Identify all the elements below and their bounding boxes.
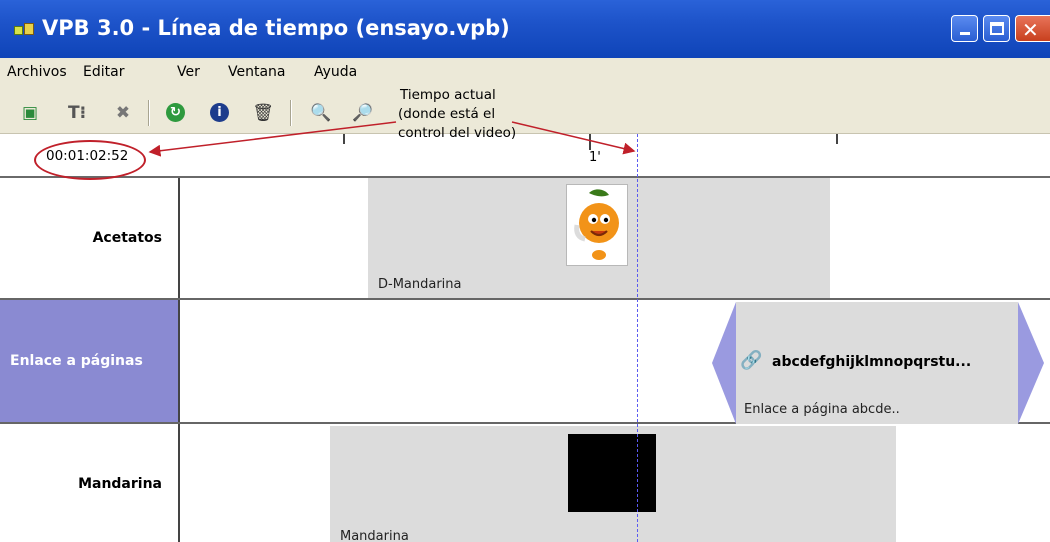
menu-editar[interactable]: Editar <box>83 64 124 80</box>
ruler-tick <box>589 134 591 150</box>
delete-x-icon[interactable]: ✖ <box>112 102 134 124</box>
menu-ayuda[interactable]: Ayuda <box>314 64 357 80</box>
track-label[interactable]: Acetatos <box>0 178 180 298</box>
track-acetatos: Acetatos D-Mandarina <box>0 178 1050 300</box>
annotation-callout: Tiempo actual (donde está el control del… <box>398 86 516 143</box>
ruler-tick <box>343 134 345 144</box>
orange-character-icon <box>574 189 619 260</box>
playhead-line[interactable] <box>637 134 638 542</box>
toolbar: ▣ T⁝ ✖ ↻ i 🗑 🔍 🔎 <box>0 90 1050 134</box>
info-icon[interactable]: i <box>210 103 229 122</box>
annotation-ellipse <box>34 140 146 180</box>
track-label[interactable]: Mandarina <box>0 424 180 542</box>
clip-resize-right-handle[interactable] <box>1018 302 1044 424</box>
zoom-in-icon[interactable]: 🔍 <box>310 102 332 124</box>
track-mandarina: Mandarina Mandarina <box>0 424 1050 542</box>
link-clip-label: Enlace a página abcde.. <box>744 402 900 417</box>
annotation-line: Tiempo actual <box>400 87 496 103</box>
clip-label: D-Mandarina <box>378 277 462 292</box>
minimize-button[interactable] <box>951 15 978 42</box>
trash-icon[interactable]: 🗑 <box>252 102 274 124</box>
track-label-text: Mandarina <box>78 476 162 492</box>
menu-bar: Archivos Editar Ver Ventana Ayuda <box>0 58 1050 90</box>
minimize-icon <box>960 32 970 35</box>
clip-label: Mandarina <box>340 529 409 542</box>
ruler-tick <box>836 134 838 144</box>
close-icon: ✕ <box>1022 18 1039 42</box>
title-bar: VPB 3.0 - Línea de tiempo (ensayo.vpb) ✕ <box>0 0 1050 58</box>
annotation-line: (donde está el <box>398 106 496 122</box>
track-label-selected[interactable]: Enlace a páginas <box>0 300 180 422</box>
insert-text-icon[interactable]: T⁝ <box>66 102 88 124</box>
clip-mandarina-video[interactable]: Mandarina <box>330 426 896 542</box>
maximize-icon <box>990 22 1004 35</box>
orange-character-thumbnail <box>566 184 628 266</box>
toolbar-separator <box>148 100 150 126</box>
link-clip-title: abcdefghijklmnopqrstu... <box>772 354 972 370</box>
app-icon <box>14 22 36 38</box>
annotation-line: control del video) <box>398 125 517 141</box>
clip-d-mandarina[interactable]: D-Mandarina <box>368 178 830 298</box>
window-title: VPB 3.0 - Línea de tiempo (ensayo.vpb) <box>42 16 510 40</box>
link-chain-icon: 🔗 <box>740 350 763 371</box>
menu-ver[interactable]: Ver <box>177 64 200 80</box>
zoom-out-icon[interactable]: 🔎 <box>352 102 374 124</box>
add-image-icon[interactable]: ▣ <box>19 102 41 124</box>
maximize-button[interactable] <box>983 15 1010 42</box>
time-ruler[interactable] <box>0 134 1050 178</box>
menu-archivos[interactable]: Archivos <box>7 64 67 80</box>
clip-resize-left-handle[interactable] <box>712 302 736 424</box>
track-label-text: Acetatos <box>92 230 162 246</box>
clip-page-link[interactable]: 🔗 abcdefghijklmnopqrstu... Enlace a pági… <box>712 302 1048 424</box>
toolbar-separator <box>290 100 292 126</box>
menu-ventana[interactable]: Ventana <box>228 64 286 80</box>
close-button[interactable]: ✕ <box>1015 15 1050 42</box>
video-thumbnail <box>568 434 656 512</box>
track-label-text: Enlace a páginas <box>10 353 143 369</box>
ruler-minute-label: 1' <box>589 150 601 165</box>
refresh-icon[interactable]: ↻ <box>166 103 185 122</box>
